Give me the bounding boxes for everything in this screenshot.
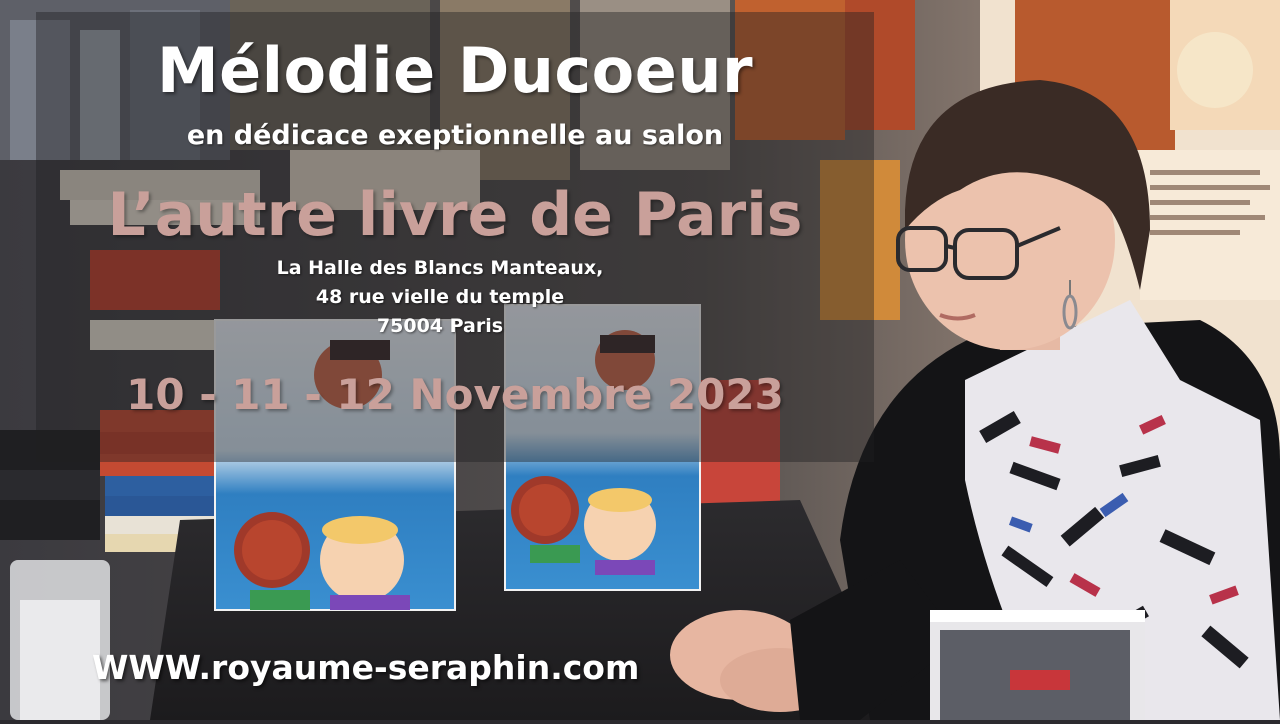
salon-name-heading: L’autre livre de Paris — [107, 180, 803, 250]
website-link[interactable]: WWW.royaume-seraphin.com — [92, 648, 639, 687]
address-line-2: 48 rue vielle du temple — [315, 286, 565, 308]
author-name-heading: Mélodie Ducoeur — [156, 34, 754, 107]
event-subtitle: en dédicace exeptionnelle au salon — [186, 120, 724, 151]
address-line-1: La Halle des Blancs Manteaux, — [276, 257, 604, 279]
address-line-3: 75004 Paris — [376, 315, 504, 337]
event-dates: 10 - 11 - 12 Novembre 2023 — [126, 370, 784, 419]
